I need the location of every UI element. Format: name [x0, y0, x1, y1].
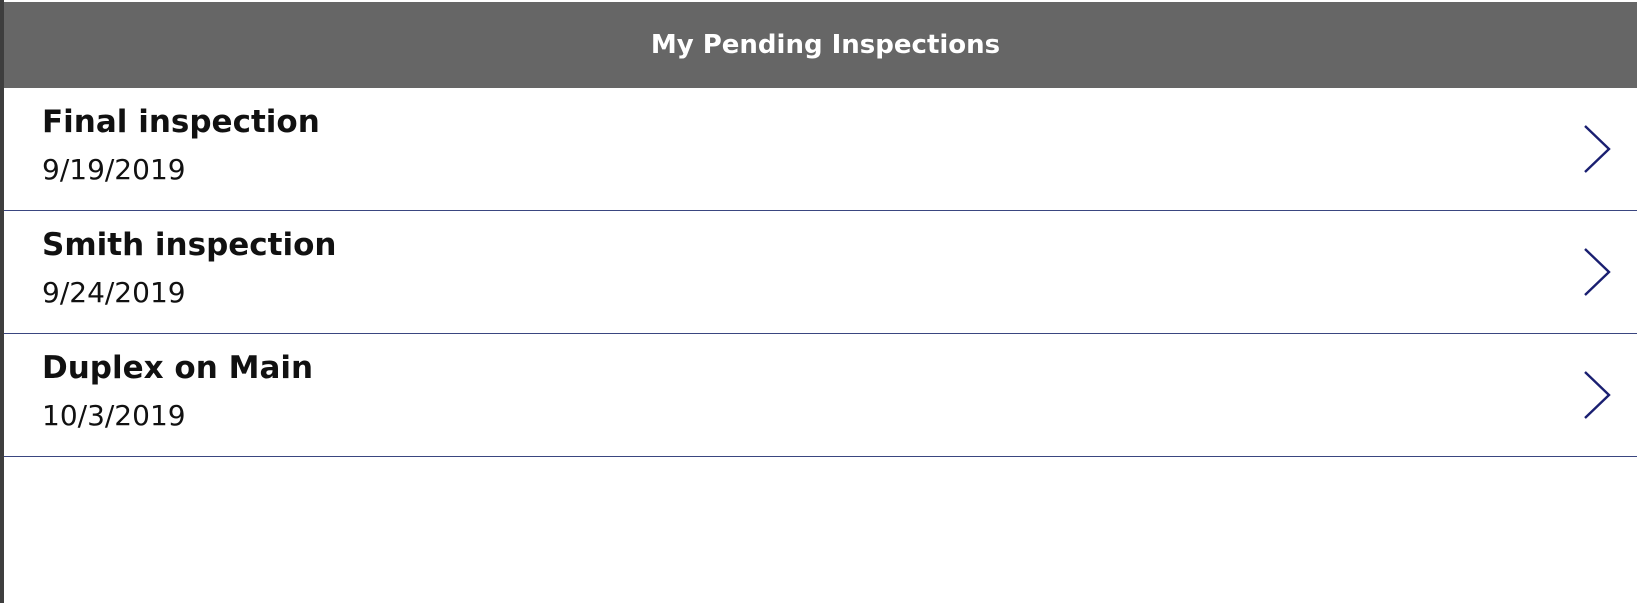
inspection-title: Final inspection: [42, 104, 320, 140]
inspection-date: 9/19/2019: [42, 153, 186, 186]
chevron-right-icon[interactable]: [1582, 370, 1612, 420]
inspections-gallery[interactable]: Final inspection 9/19/2019 Smith inspect…: [4, 88, 1637, 457]
chevron-right-icon[interactable]: [1582, 124, 1612, 174]
chevron-right-icon[interactable]: [1582, 247, 1612, 297]
inspection-date: 10/3/2019: [42, 399, 186, 432]
inspection-title: Duplex on Main: [42, 350, 314, 386]
inspection-title: Smith inspection: [42, 227, 337, 263]
gallery-item[interactable]: Duplex on Main 10/3/2019: [4, 334, 1637, 457]
page-title: My Pending Inspections: [650, 30, 1001, 60]
inspection-date: 9/24/2019: [42, 276, 186, 309]
gallery-item[interactable]: Smith inspection 9/24/2019: [4, 211, 1637, 334]
gallery-item[interactable]: Final inspection 9/19/2019: [4, 88, 1637, 211]
app-screen: My Pending Inspections Final inspection …: [4, 0, 1637, 603]
header-bar: My Pending Inspections: [4, 2, 1637, 88]
